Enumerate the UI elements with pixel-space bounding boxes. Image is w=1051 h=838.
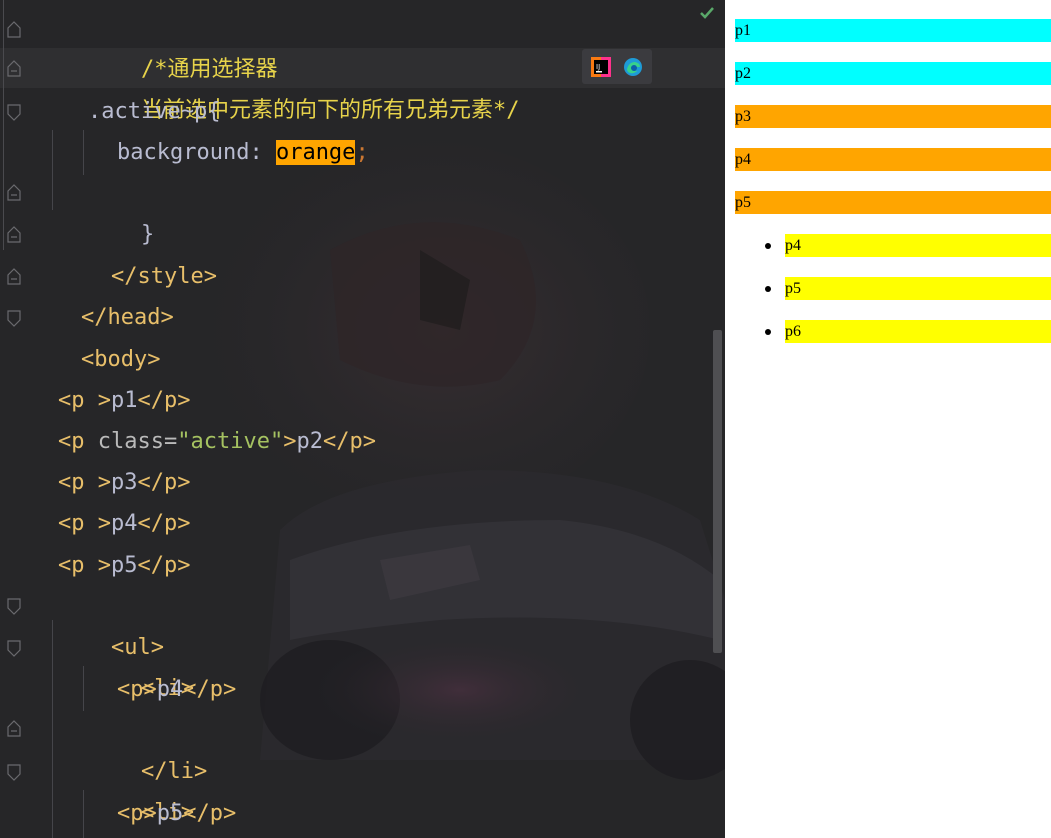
code-line-6[interactable]: </style> — [58, 215, 217, 289]
preview-list-item: p6 — [785, 320, 1051, 343]
css-colon: : — [249, 140, 276, 165]
html-attribute-value: "active" — [177, 429, 284, 454]
css-value-highlight: orange — [275, 140, 356, 165]
code-line-5[interactable]: } — [88, 173, 154, 247]
html-tag: > — [97, 388, 111, 413]
indent-guide — [83, 790, 84, 838]
fold-start-icon[interactable] — [7, 598, 21, 615]
check-icon[interactable] — [699, 5, 715, 21]
html-tag: > — [97, 470, 111, 495]
vertical-scrollbar[interactable] — [713, 330, 722, 653]
browser-preview: p1 p2 p3 p4 p5 p4 p5 p6 — [725, 0, 1051, 838]
fold-end-icon[interactable] — [7, 184, 21, 201]
open-in-browser-popup: IJ — [582, 49, 652, 84]
fold-end-icon[interactable] — [7, 268, 21, 285]
code-line-1[interactable]: /*通用选择器 — [88, 8, 278, 82]
code-line-3[interactable]: .active~p{ — [88, 91, 220, 132]
list-bullet — [765, 329, 771, 335]
html-tag: <p — [58, 470, 98, 495]
preview-list-item: p4 — [785, 234, 1051, 257]
html-tag: <p> — [117, 677, 157, 702]
list-bullet — [765, 243, 771, 249]
code-line-11[interactable]: <p class="active">p2</p> — [58, 421, 376, 462]
code-line-10[interactable]: <p >p1</p> — [58, 380, 190, 421]
html-tag: </p> — [322, 429, 376, 454]
html-tag: </p> — [137, 470, 191, 495]
html-text: p4 — [156, 677, 184, 702]
list-bullet — [765, 286, 771, 292]
fold-end-icon[interactable] — [7, 60, 21, 77]
indent-guide — [83, 130, 84, 175]
html-tag: </p> — [137, 511, 191, 536]
html-attribute: class= — [97, 429, 178, 454]
preview-paragraph: p1 — [735, 19, 1051, 42]
indent-guide — [52, 620, 53, 838]
css-selector: .active~p — [88, 99, 208, 124]
preview-paragraph: p5 — [735, 191, 1051, 214]
html-text: p5 — [111, 553, 138, 578]
html-tag: <p — [58, 511, 98, 536]
fold-end-icon[interactable] — [7, 21, 21, 38]
code-line-18[interactable]: </li> — [88, 710, 207, 784]
jetbrains-browser-icon[interactable]: IJ — [591, 57, 611, 77]
html-tag: > — [97, 511, 111, 536]
fold-start-icon[interactable] — [7, 104, 21, 121]
code-line-14[interactable]: <p >p5</p> — [58, 545, 190, 586]
html-text: p3 — [111, 470, 138, 495]
indent-guide — [52, 130, 53, 210]
preview-list-item: p5 — [785, 277, 1051, 300]
html-tag: <p — [58, 429, 98, 454]
html-tag: > — [97, 553, 111, 578]
html-text: p4 — [111, 511, 138, 536]
css-property: background — [117, 140, 250, 165]
preview-paragraph: p2 — [735, 62, 1051, 85]
css-brace: { — [207, 99, 221, 124]
fold-end-icon[interactable] — [7, 720, 21, 737]
edge-browser-icon[interactable] — [623, 57, 643, 77]
html-text: p2 — [296, 429, 323, 454]
html-tag: <p> — [117, 801, 157, 826]
preview-paragraph: p3 — [735, 105, 1051, 128]
html-tag: </p> — [137, 388, 191, 413]
code-line-7[interactable]: </head> — [28, 256, 174, 330]
fold-end-icon[interactable] — [7, 226, 21, 243]
code-line-20[interactable]: <p>p5</p> — [117, 793, 236, 834]
html-tag: </p> — [137, 553, 191, 578]
html-text: p5 — [156, 801, 184, 826]
code-editor[interactable]: /*通用选择器 当前选中元素的向下的所有兄弟元素*/ .active~p{ ba… — [0, 0, 725, 838]
code-line-19[interactable]: <li> — [88, 751, 194, 825]
fold-start-icon[interactable] — [7, 640, 21, 657]
html-tag: <p — [58, 553, 98, 578]
html-tag: </p> — [183, 801, 237, 826]
code-line-2[interactable]: 当前选中元素的向下的所有兄弟元素*/ — [88, 49, 520, 123]
html-tag: </p> — [183, 677, 237, 702]
code-line-12[interactable]: <p >p3</p> — [58, 462, 190, 503]
code-line-4[interactable]: background: orange; — [117, 132, 369, 173]
code-line-15[interactable]: <ul> — [58, 586, 164, 660]
code-line-8[interactable]: <body> — [28, 298, 160, 372]
fold-start-icon[interactable] — [7, 310, 21, 327]
preview-paragraph: p4 — [735, 148, 1051, 171]
fold-start-icon[interactable] — [7, 764, 21, 781]
code-line-13[interactable]: <p >p4</p> — [58, 503, 190, 544]
gutter-separator — [3, 0, 4, 250]
code-line-16[interactable]: <li> — [88, 627, 194, 701]
html-tag: <p — [58, 388, 98, 413]
html-tag: <body> — [80, 347, 161, 372]
html-text: p1 — [111, 388, 138, 413]
css-semicolon: ; — [355, 140, 369, 165]
code-line-17[interactable]: <p>p4</p> — [117, 669, 236, 710]
svg-text:IJ: IJ — [596, 63, 600, 71]
html-tag: > — [283, 429, 297, 454]
